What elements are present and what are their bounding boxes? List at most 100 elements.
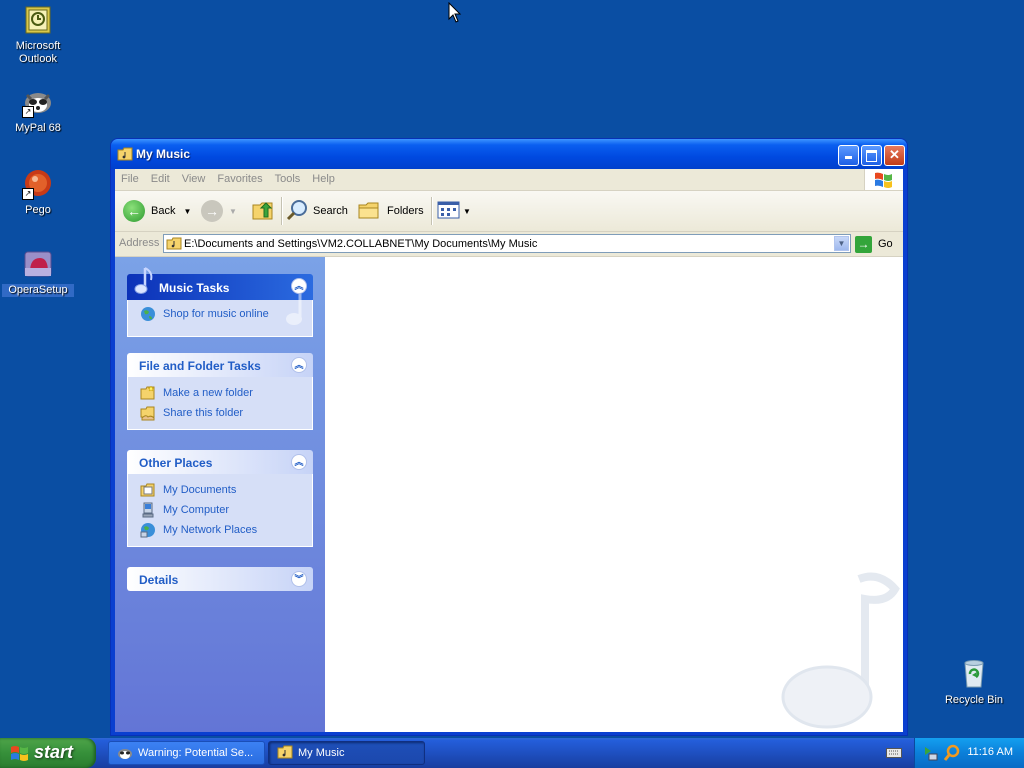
network-tray-icon[interactable]: [923, 745, 939, 764]
desktop-icon-label: Pego: [25, 204, 51, 216]
maximize-icon: [866, 150, 877, 162]
forward-dropdown-icon[interactable]: ▼: [229, 207, 237, 216]
close-icon: ✕: [889, 147, 900, 162]
menu-view[interactable]: View: [176, 169, 212, 185]
desktop-icon-recycle-bin[interactable]: Recycle Bin: [938, 658, 1010, 707]
place-label: My Computer: [163, 504, 230, 516]
music-note-icon: [131, 266, 157, 301]
place-label: My Network Places: [163, 524, 258, 536]
menu-bar: File Edit View Favorites Tools Help: [115, 169, 903, 191]
start-label: start: [34, 742, 74, 762]
taskbar-item-warning[interactable]: Warning: Potential Se...: [108, 741, 265, 765]
collapse-chevron-icon[interactable]: ︽: [291, 357, 307, 373]
place-my-documents[interactable]: My Documents: [128, 480, 312, 500]
desktop-icon-label: Recycle Bin: [944, 694, 1004, 706]
other-places-body: My Documents My Computer My Network Plac…: [127, 474, 313, 547]
raccoon-icon: ↗: [22, 86, 54, 118]
go-button[interactable]: → Go: [855, 235, 893, 253]
task-make-new-folder[interactable]: Make a new folder: [128, 383, 312, 403]
task-label: Make a new folder: [163, 387, 253, 399]
title-bar[interactable]: My Music ✕: [111, 139, 907, 169]
task-pane: Music Tasks ︽ Shop for music online File…: [115, 257, 325, 732]
minimize-button[interactable]: [838, 145, 859, 166]
music-note-watermark-icon: [763, 569, 903, 732]
start-button[interactable]: start: [0, 738, 96, 768]
place-my-network-places[interactable]: My Network Places: [128, 520, 312, 540]
views-button[interactable]: ▼: [437, 197, 471, 225]
minimize-icon: [845, 156, 852, 159]
music-folder-icon: [166, 237, 182, 250]
task-share-this-folder[interactable]: Share this folder: [128, 403, 312, 423]
up-folder-button[interactable]: [251, 197, 275, 225]
desktop-icon-label: Microsoft Outlook: [15, 40, 61, 65]
go-label: Go: [878, 238, 893, 250]
windows-flag-icon: [10, 744, 30, 765]
toolbar-separator: [431, 197, 433, 225]
address-bar: Address E:\Documents and Settings\VM2.CO…: [115, 232, 903, 257]
views-icon: [437, 200, 461, 223]
desktop-icon-pego[interactable]: ↗ Pego: [2, 168, 74, 217]
music-folder-icon: [277, 745, 293, 761]
place-my-computer[interactable]: My Computer: [128, 500, 312, 520]
network-places-icon: [140, 522, 156, 538]
installer-icon: [22, 248, 54, 280]
task-label: Shop for music online: [163, 308, 269, 320]
music-tasks-body: Shop for music online: [127, 294, 313, 337]
address-input[interactable]: E:\Documents and Settings\VM2.COLLABNET\…: [163, 234, 851, 253]
panel-title: Other Places: [139, 456, 213, 470]
close-button[interactable]: ✕: [884, 145, 905, 166]
collapse-chevron-icon[interactable]: ︽: [291, 454, 307, 470]
explorer-window: My Music ✕ File Edit View Favorites Tools Hel…: [110, 138, 908, 736]
maximize-button[interactable]: [861, 145, 882, 166]
toolbar-separator: [281, 197, 283, 225]
menu-file[interactable]: File: [115, 169, 145, 185]
keyboard-icon[interactable]: [886, 748, 902, 761]
go-arrow-icon: →: [855, 235, 872, 253]
pego-icon: ↗: [22, 168, 54, 200]
music-tasks-panel: Music Tasks ︽ Shop for music online: [127, 267, 313, 337]
folder-content-area[interactable]: [325, 257, 903, 732]
shortcut-arrow-icon: ↗: [22, 106, 34, 118]
folders-label: Folders: [387, 205, 424, 217]
forward-arrow-icon: →: [201, 200, 223, 222]
recycle-bin-icon: [958, 658, 990, 690]
panel-title: Details: [139, 573, 179, 587]
clock: 11:16 AM: [967, 746, 1013, 758]
forward-button[interactable]: → ▼: [201, 197, 237, 225]
standard-toolbar: ← Back ▼ → ▼ Search Folders ▼: [115, 191, 903, 232]
file-folder-tasks-panel: File and Folder Tasks ︽ Make a new folde…: [127, 353, 313, 430]
panel-title: File and Folder Tasks: [139, 359, 261, 373]
menu-tools[interactable]: Tools: [269, 169, 307, 185]
folders-icon: [357, 198, 381, 225]
menu-edit[interactable]: Edit: [145, 169, 176, 185]
other-places-panel: Other Places ︽ My Documents My Computer …: [127, 450, 313, 547]
menu-favorites[interactable]: Favorites: [211, 169, 268, 185]
search-label: Search: [313, 205, 348, 217]
back-dropdown-icon[interactable]: ▼: [183, 207, 191, 216]
share-folder-icon: [140, 405, 156, 421]
desktop-icon-microsoft-outlook[interactable]: Microsoft Outlook: [2, 4, 74, 66]
desktop-icon-label: OperaSetup: [2, 284, 74, 297]
system-tray: 11:16 AM: [914, 738, 1024, 768]
address-label: Address: [119, 237, 160, 249]
file-folder-tasks-body: Make a new folder Share this folder: [127, 377, 313, 430]
my-computer-icon: [140, 502, 156, 518]
place-label: My Documents: [163, 484, 237, 496]
back-button[interactable]: ← Back ▼: [123, 197, 191, 225]
new-folder-icon: [140, 385, 156, 401]
mouse-cursor: [448, 1, 462, 27]
outlook-icon: [22, 4, 54, 36]
other-places-header[interactable]: Other Places ︽: [127, 450, 313, 474]
desktop-icon-mypal[interactable]: ↗ MyPal 68: [2, 86, 74, 135]
desktop-icon-operasetup[interactable]: OperaSetup: [2, 248, 74, 297]
raccoon-icon: [117, 745, 133, 761]
details-header[interactable]: Details ︾: [127, 567, 313, 591]
expand-chevron-icon[interactable]: ︾: [291, 571, 307, 587]
file-folder-tasks-header[interactable]: File and Folder Tasks ︽: [127, 353, 313, 377]
address-dropdown-button[interactable]: ▼: [834, 236, 849, 251]
taskbar-item-my-music[interactable]: My Music: [268, 741, 425, 765]
menu-help[interactable]: Help: [306, 169, 341, 185]
search-tray-icon[interactable]: [943, 744, 961, 765]
search-button[interactable]: Search: [285, 197, 348, 225]
folders-button[interactable]: Folders: [357, 197, 424, 225]
